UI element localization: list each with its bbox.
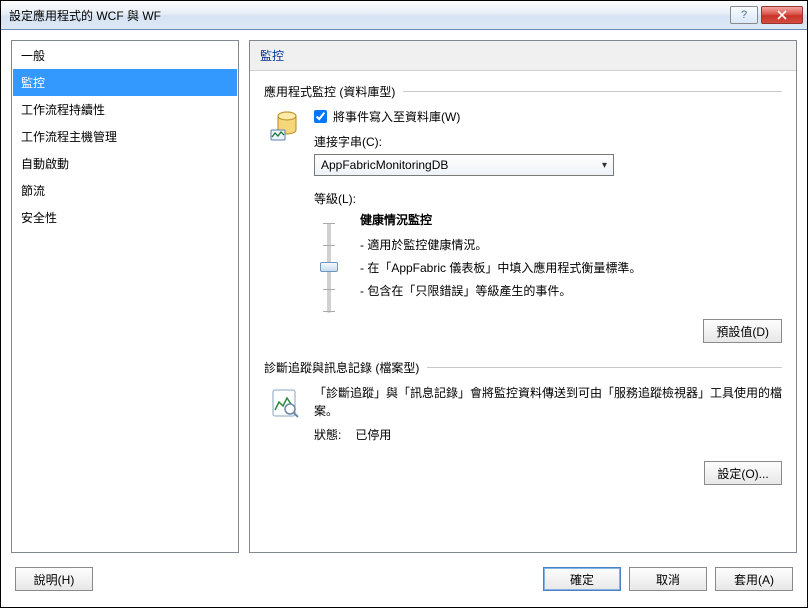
category-sidebar[interactable]: 一般 監控 工作流程持續性 工作流程主機管理 自動啟動 節流 安全性 (11, 40, 239, 553)
database-icon (264, 108, 304, 343)
dialog-button-bar: 說明(H) 確定 取消 套用(A) (11, 563, 797, 597)
settings-pane: 監控 應用程式監控 (資料庫型) (249, 40, 797, 553)
level-slider[interactable] (327, 223, 331, 313)
apply-button[interactable]: 套用(A) (715, 567, 793, 591)
legend-line (427, 367, 782, 368)
connection-string-value: AppFabricMonitoringDB (321, 158, 448, 172)
write-events-checkbox[interactable] (314, 110, 327, 123)
diagnostics-status-value: 已停用 (355, 426, 391, 443)
sidebar-item-workflow-host[interactable]: 工作流程主機管理 (13, 123, 237, 150)
sidebar-item-workflow-persistence[interactable]: 工作流程持續性 (13, 96, 237, 123)
trace-file-icon (264, 384, 304, 485)
titlebar: 設定應用程式的 WCF 與 WF ? (1, 1, 807, 30)
main-row: 一般 監控 工作流程持續性 工作流程主機管理 自動啟動 節流 安全性 監控 應用… (11, 40, 797, 553)
window-title: 設定應用程式的 WCF 與 WF (9, 7, 730, 24)
app-monitoring-legend: 應用程式監控 (資料庫型) (264, 83, 782, 100)
app-monitoring-group: 應用程式監控 (資料庫型) (264, 83, 782, 343)
level-bullet: - 包含在「只限錯誤」等級產生的事件。 (360, 282, 782, 299)
pane-title: 監控 (250, 41, 796, 71)
diagnostics-group: 診斷追蹤與訊息記錄 (檔案型) (264, 359, 782, 485)
level-bullet: - 在「AppFabric 儀表板」中填入應用程式衡量標準。 (360, 259, 782, 276)
sidebar-item-monitoring[interactable]: 監控 (13, 69, 237, 96)
cancel-button[interactable]: 取消 (629, 567, 707, 591)
diagnostics-settings-button[interactable]: 設定(O)... (704, 461, 782, 485)
level-bullet: - 適用於監控健康情況。 (360, 236, 782, 253)
pane-body: 應用程式監控 (資料庫型) (250, 71, 796, 552)
help-icon[interactable]: ? (730, 6, 758, 24)
connection-string-label: 連接字串(C): (314, 133, 782, 150)
diagnostics-status-label: 狀態: (314, 426, 341, 443)
level-description: 健康情況監控 - 適用於監控健康情況。 - 在「AppFabric 儀表板」中填… (360, 211, 782, 305)
app-monitoring-legend-text: 應用程式監控 (資料庫型) (264, 83, 395, 100)
sidebar-item-security[interactable]: 安全性 (13, 204, 237, 231)
slider-thumb-icon[interactable] (320, 262, 338, 272)
level-label: 等級(L): (314, 190, 782, 207)
level-title: 健康情況監控 (360, 211, 782, 228)
titlebar-buttons: ? (730, 6, 803, 24)
write-events-label: 將事件寫入至資料庫(W) (333, 108, 460, 125)
content-area: 一般 監控 工作流程持續性 工作流程主機管理 自動啟動 節流 安全性 監控 應用… (1, 30, 807, 607)
diagnostics-legend: 診斷追蹤與訊息記錄 (檔案型) (264, 359, 782, 376)
help-button[interactable]: 說明(H) (15, 567, 93, 591)
sidebar-item-autostart[interactable]: 自動啟動 (13, 150, 237, 177)
legend-line (403, 91, 782, 92)
diagnostics-legend-text: 診斷追蹤與訊息記錄 (檔案型) (264, 359, 419, 376)
connection-string-combo[interactable]: AppFabricMonitoringDB (314, 154, 614, 176)
diagnostics-description: 「診斷追蹤」與「訊息記錄」會將監控資料傳送到可由「服務追蹤檢視器」工具使用的檔案… (314, 384, 782, 420)
sidebar-item-throttling[interactable]: 節流 (13, 177, 237, 204)
defaults-button[interactable]: 預設值(D) (703, 319, 782, 343)
dialog-window: 設定應用程式的 WCF 與 WF ? 一般 監控 工作流程持續性 工作流程主機管… (0, 0, 808, 608)
sidebar-item-general[interactable]: 一般 (13, 42, 237, 69)
close-icon[interactable] (761, 6, 803, 24)
ok-button[interactable]: 確定 (543, 567, 621, 591)
